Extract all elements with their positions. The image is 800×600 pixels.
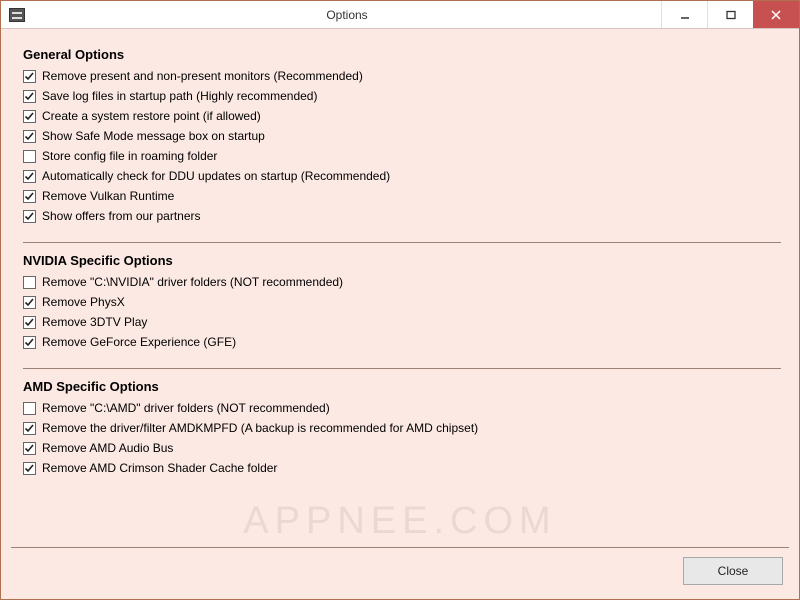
amd-checkbox[interactable]	[23, 442, 36, 455]
amd-option-label: Remove AMD Audio Bus	[42, 441, 173, 455]
nvidia-option-label: Remove 3DTV Play	[42, 315, 147, 329]
general-option-row: Save log files in startup path (Highly r…	[23, 86, 781, 106]
titlebar: Options	[1, 1, 799, 29]
window-close-button[interactable]	[753, 1, 799, 28]
nvidia-option-label: Remove "C:\NVIDIA" driver folders (NOT r…	[42, 275, 343, 289]
general-checkbox[interactable]	[23, 150, 36, 163]
general-options-list: Remove present and non-present monitors …	[23, 66, 781, 226]
general-option-label: Show Safe Mode message box on startup	[42, 129, 265, 143]
nvidia-option-row: Remove PhysX	[23, 292, 781, 312]
amd-options-list: Remove "C:\AMD" driver folders (NOT reco…	[23, 398, 781, 478]
general-heading: General Options	[23, 47, 781, 62]
minimize-button[interactable]	[661, 1, 707, 28]
amd-option-label: Remove the driver/filter AMDKMPFD (A bac…	[42, 421, 478, 435]
general-option-row: Store config file in roaming folder	[23, 146, 781, 166]
general-checkbox[interactable]	[23, 110, 36, 123]
nvidia-options-list: Remove "C:\NVIDIA" driver folders (NOT r…	[23, 272, 781, 352]
nvidia-checkbox[interactable]	[23, 316, 36, 329]
general-option-row: Remove present and non-present monitors …	[23, 66, 781, 86]
general-option-label: Show offers from our partners	[42, 209, 201, 223]
amd-option-row: Remove AMD Audio Bus	[23, 438, 781, 458]
nvidia-checkbox[interactable]	[23, 336, 36, 349]
general-option-label: Remove present and non-present monitors …	[42, 69, 363, 83]
general-option-label: Automatically check for DDU updates on s…	[42, 169, 390, 183]
general-option-label: Remove Vulkan Runtime	[42, 189, 174, 203]
minimize-icon	[680, 10, 690, 20]
general-option-label: Store config file in roaming folder	[42, 149, 217, 163]
nvidia-option-row: Remove "C:\NVIDIA" driver folders (NOT r…	[23, 272, 781, 292]
amd-option-row: Remove "C:\AMD" driver folders (NOT reco…	[23, 398, 781, 418]
app-icon	[9, 8, 25, 22]
close-icon	[771, 10, 781, 20]
amd-option-label: Remove "C:\AMD" driver folders (NOT reco…	[42, 401, 330, 415]
divider	[23, 368, 781, 369]
general-option-label: Create a system restore point (if allowe…	[42, 109, 261, 123]
window-controls	[661, 1, 799, 28]
amd-option-row: Remove AMD Crimson Shader Cache folder	[23, 458, 781, 478]
nvidia-checkbox[interactable]	[23, 276, 36, 289]
nvidia-option-row: Remove 3DTV Play	[23, 312, 781, 332]
general-checkbox[interactable]	[23, 170, 36, 183]
nvidia-option-label: Remove GeForce Experience (GFE)	[42, 335, 236, 349]
general-option-label: Save log files in startup path (Highly r…	[42, 89, 317, 103]
general-checkbox[interactable]	[23, 130, 36, 143]
general-option-row: Show offers from our partners	[23, 206, 781, 226]
amd-checkbox[interactable]	[23, 402, 36, 415]
maximize-icon	[726, 10, 736, 20]
general-option-row: Remove Vulkan Runtime	[23, 186, 781, 206]
amd-checkbox[interactable]	[23, 422, 36, 435]
window-title: Options	[33, 1, 661, 28]
nvidia-heading: NVIDIA Specific Options	[23, 253, 781, 268]
general-option-row: Automatically check for DDU updates on s…	[23, 166, 781, 186]
close-button[interactable]: Close	[683, 557, 783, 585]
general-checkbox[interactable]	[23, 190, 36, 203]
general-checkbox[interactable]	[23, 90, 36, 103]
client-area: General Options Remove present and non-p…	[1, 29, 799, 547]
nvidia-option-row: Remove GeForce Experience (GFE)	[23, 332, 781, 352]
app-icon-holder	[1, 1, 33, 28]
general-option-row: Create a system restore point (if allowe…	[23, 106, 781, 126]
amd-heading: AMD Specific Options	[23, 379, 781, 394]
amd-option-label: Remove AMD Crimson Shader Cache folder	[42, 461, 277, 475]
amd-option-row: Remove the driver/filter AMDKMPFD (A bac…	[23, 418, 781, 438]
general-option-row: Show Safe Mode message box on startup	[23, 126, 781, 146]
divider	[23, 242, 781, 243]
options-window: Options General Options Remove present a…	[0, 0, 800, 600]
maximize-button[interactable]	[707, 1, 753, 28]
amd-checkbox[interactable]	[23, 462, 36, 475]
general-checkbox[interactable]	[23, 70, 36, 83]
general-checkbox[interactable]	[23, 210, 36, 223]
footer: Close	[1, 547, 799, 599]
nvidia-checkbox[interactable]	[23, 296, 36, 309]
nvidia-option-label: Remove PhysX	[42, 295, 125, 309]
